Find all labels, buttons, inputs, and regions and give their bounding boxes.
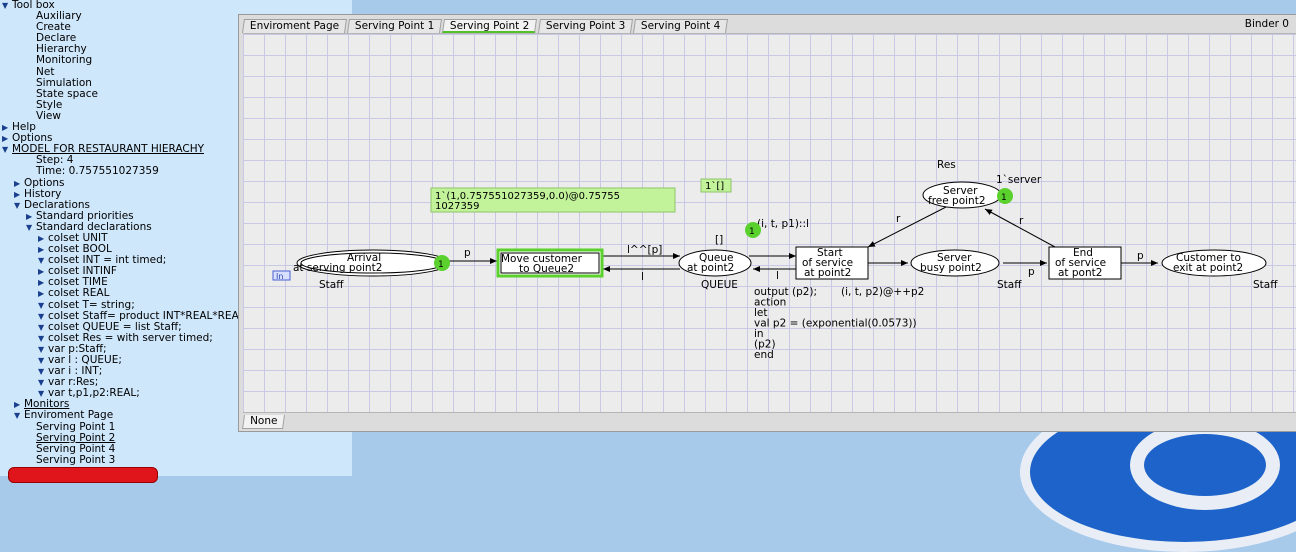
collapsed-triangle-icon[interactable]: ▶ [14, 399, 24, 410]
token-count-queue-text: 1 [749, 227, 755, 237]
expanded-triangle-icon[interactable]: ▼ [38, 355, 48, 366]
expanded-triangle-icon[interactable]: ▼ [38, 344, 48, 355]
marking-arrival[interactable]: 1`(1,0.757551027359,0.0)@0.75755 1027359 [430, 187, 676, 213]
arc-label-end-free[interactable]: r [1019, 215, 1024, 227]
transition-end-line3: at pont2 [1058, 267, 1102, 279]
token-count-server-free-text: 1 [1001, 193, 1007, 203]
expanded-triangle-icon[interactable]: ▼ [38, 377, 48, 388]
place-server-busy-type: Staff [997, 279, 1022, 291]
transition-start-line3: at point2 [804, 267, 851, 279]
page-tab-label: Serving Point 1 [355, 20, 435, 32]
collapsed-triangle-icon[interactable]: ▶ [2, 133, 12, 144]
collapsed-triangle-icon[interactable]: ▶ [38, 277, 48, 288]
arc-label-queue-move[interactable]: l [641, 271, 644, 283]
page-tab[interactable]: Serving Point 3 [537, 19, 634, 33]
collapsed-triangle-icon[interactable]: ▶ [38, 266, 48, 277]
place-exit-type: Staff [1253, 279, 1278, 291]
transition-start[interactable]: Start of service at point2 [795, 246, 869, 280]
page-tab[interactable]: Serving Point 1 [347, 19, 443, 33]
page-tabs: Enviroment Page Serving Point 1 Serving Po… [242, 19, 729, 33]
expanded-triangle-icon[interactable]: ▼ [38, 255, 48, 266]
marking-server-free[interactable]: 1`[] [700, 178, 732, 193]
page-tab-label: Serving Point 3 [545, 20, 626, 32]
page-tab[interactable]: Serving Point 4 [633, 19, 729, 33]
collapsed-triangle-icon[interactable]: ▶ [38, 233, 48, 244]
red-button[interactable] [8, 467, 158, 483]
place-arrival[interactable]: Arrival at serving point2 In Staff 1 [272, 249, 450, 291]
expanded-triangle-icon[interactable]: ▼ [14, 410, 24, 421]
place-server-free[interactable]: Server free point2 Res 1`server 1 [922, 159, 1042, 209]
marking-arrival-line2: 1027359 [435, 201, 480, 212]
expanded-triangle-icon[interactable]: ▼ [26, 222, 36, 233]
place-exit[interactable]: Customer to exit at point2 Staff [1161, 249, 1278, 291]
transition-move[interactable]: Move customer to Queue2 [496, 248, 604, 278]
collapsed-triangle-icon[interactable]: ▶ [14, 178, 24, 189]
collapsed-triangle-icon[interactable]: ▶ [38, 244, 48, 255]
place-arrival-line2: at serving point2 [293, 262, 382, 274]
arc-label-start-busy[interactable]: (i, t, p2)@++p2 [841, 286, 924, 298]
code-line: end [754, 349, 774, 361]
collapsed-triangle-icon[interactable]: ▶ [2, 122, 12, 133]
place-exit-line2: exit at point2 [1173, 262, 1243, 274]
place-queue-initial: [] [715, 234, 723, 246]
index-item-label: View [36, 109, 61, 122]
transition-move-line2: to Queue2 [519, 263, 574, 275]
expanded-triangle-icon[interactable]: ▼ [38, 333, 48, 344]
place-server-free-initial: 1`server [996, 174, 1042, 186]
collapsed-triangle-icon[interactable]: ▶ [38, 288, 48, 299]
arc-label-free-start[interactable]: r [896, 213, 901, 225]
arc-label-move-queue[interactable]: l^^[p] [627, 244, 662, 256]
index-item-label: Serving Point 3 [36, 453, 116, 466]
arc-label-queue-start[interactable]: (i, t, p1)::l [757, 218, 809, 230]
expanded-triangle-icon[interactable]: ▼ [38, 322, 48, 333]
place-server-free-type: Res [937, 159, 956, 171]
page-tab[interactable]: Enviroment Page [242, 19, 348, 33]
marking-server-free-text: 1`[] [705, 180, 724, 192]
petri-net[interactable]: p l^^[p] l (i, t, p1)::l l r r (i, t, p2… [243, 34, 1296, 413]
binder-window: Binder 0 Enviroment Page Serving Point 1 S… [238, 14, 1296, 432]
collapsed-triangle-icon[interactable]: ▶ [26, 211, 36, 222]
binder-label: Binder 0 [1244, 18, 1289, 30]
place-server-busy[interactable]: Server busy point2 Staff [910, 249, 1022, 291]
page-tab-label: Serving Point 4 [641, 20, 721, 32]
page-tab-label: Enviroment Page [249, 20, 340, 32]
collapsed-triangle-icon[interactable]: ▶ [14, 189, 24, 200]
place-queue-type: QUEUE [701, 279, 738, 291]
arc-label-start-queue[interactable]: l [776, 270, 779, 282]
code-line: val p2 = (exponential(0.0573)) [754, 318, 917, 330]
net-canvas[interactable]: p l^^[p] l (i, t, p1)::l l r r (i, t, p2… [243, 33, 1296, 413]
logo-ring [1130, 420, 1280, 510]
place-arrival-type: Staff [319, 279, 344, 291]
arc-label-arrival-move[interactable]: p [464, 247, 471, 259]
arc-label-end-exit[interactable]: p [1137, 250, 1144, 262]
expanded-triangle-icon[interactable]: ▼ [2, 0, 12, 11]
index-item[interactable]: Serving Point 3 [0, 453, 352, 466]
place-server-busy-line2: busy point2 [920, 262, 982, 274]
place-queue[interactable]: Queue at point2 QUEUE [] 1 [678, 222, 761, 291]
expanded-triangle-icon[interactable]: ▼ [2, 144, 12, 155]
place-server-free-line2: free point2 [928, 195, 986, 207]
transition-end[interactable]: End of service at pont2 [1048, 246, 1122, 280]
expanded-triangle-icon[interactable]: ▼ [38, 366, 48, 377]
expanded-triangle-icon[interactable]: ▼ [38, 300, 48, 311]
token-count-arrival-text: 1 [438, 260, 444, 270]
port-in-tag: In [276, 272, 283, 281]
bottom-tab-none[interactable]: None [242, 415, 286, 429]
expanded-triangle-icon[interactable]: ▼ [38, 311, 48, 322]
arc-label-busy-end[interactable]: p [1028, 266, 1035, 278]
arc-free-start[interactable] [867, 205, 949, 248]
page-tab-label: Serving Point 2 [450, 20, 530, 32]
expanded-triangle-icon[interactable]: ▼ [14, 200, 24, 211]
place-queue-line2: at point2 [687, 262, 734, 274]
page-tab[interactable]: Serving Point 2 [442, 19, 538, 33]
